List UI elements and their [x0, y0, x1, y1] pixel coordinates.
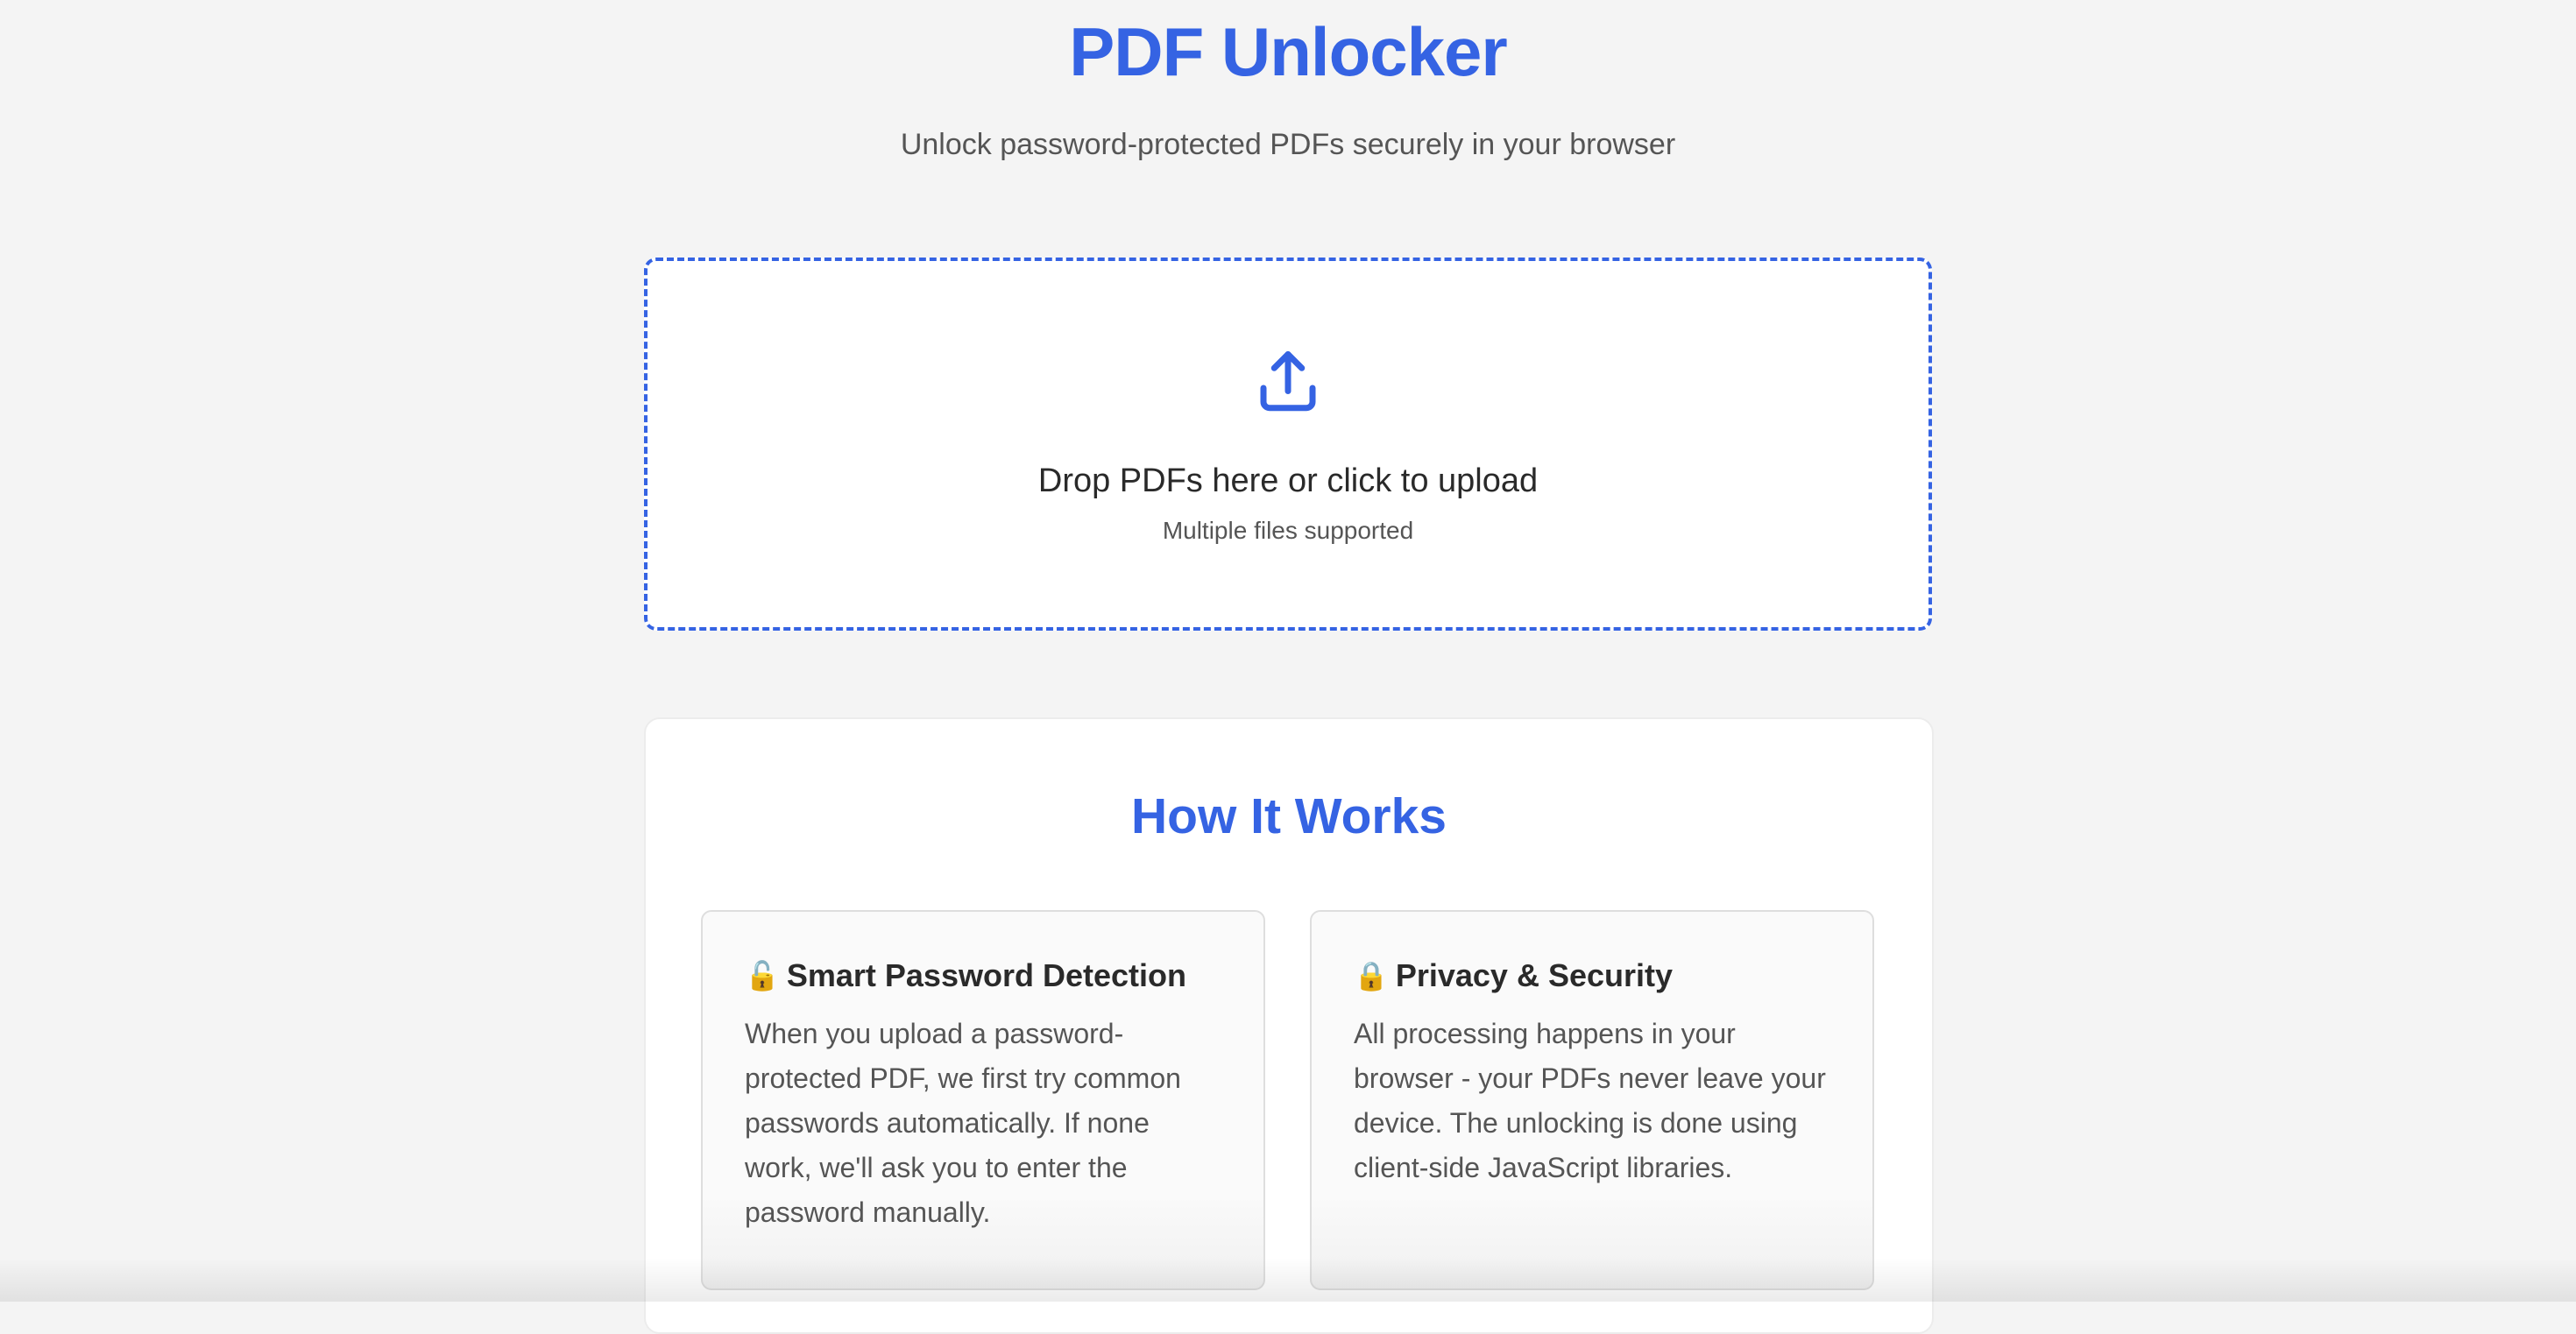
dropzone-hint: Multiple files supported: [1162, 517, 1414, 544]
how-it-works-section: How It Works 🔓 Smart Password Detection W…: [644, 717, 1934, 1334]
page-subtitle: Unlock password-protected PDFs securely …: [900, 128, 1676, 161]
card-title: Smart Password Detection: [786, 957, 1186, 993]
page-title: PDF Unlocker: [1069, 13, 1507, 90]
card-body: When you upload a password-protected PDF…: [745, 1018, 1181, 1228]
feature-card-password-detection: 🔓 Smart Password Detection When you uploa…: [701, 910, 1265, 1290]
lock-icon: 🔒: [1354, 960, 1389, 992]
card-title: Privacy & Security: [1395, 957, 1674, 993]
how-it-works-title: How It Works: [1131, 788, 1447, 844]
card-body: All processing happens in your browser -…: [1354, 1018, 1826, 1183]
unlock-icon: 🔓: [745, 960, 780, 992]
upload-icon: [1260, 351, 1316, 412]
feature-card-privacy: 🔒 Privacy & Security All processing happe…: [1310, 910, 1874, 1290]
dropzone-label: Drop PDFs here or click to upload: [1037, 462, 1539, 499]
upload-dropzone[interactable]: Drop PDFs here or click to upload Multip…: [644, 258, 1932, 631]
